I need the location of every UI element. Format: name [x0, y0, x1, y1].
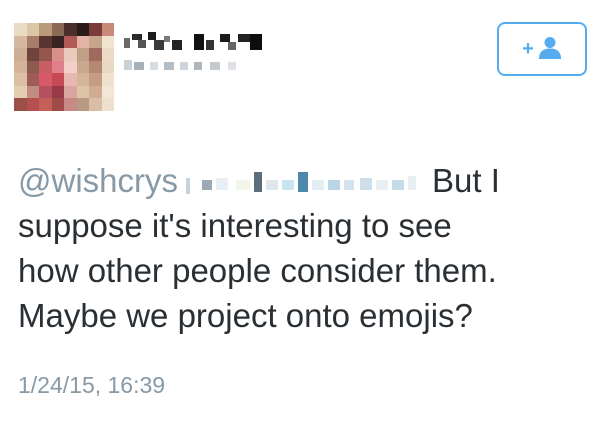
avatar-pixel	[89, 98, 102, 111]
avatar-pixel	[89, 60, 102, 74]
mention-redacted[interactable]	[186, 168, 426, 198]
avatar-pixel	[89, 35, 102, 49]
avatar-pixel	[76, 73, 89, 86]
avatar-pixel	[76, 23, 89, 36]
avatar-pixel	[26, 23, 39, 36]
tweet-text: @wishcrys But I suppose it's interesting…	[18, 158, 598, 338]
tweet-card: + @wishcrys But I suppose it's interesti…	[0, 0, 610, 424]
avatar-pixel	[39, 73, 52, 86]
avatar-pixel	[64, 23, 77, 36]
avatar[interactable]	[14, 23, 114, 111]
avatar-pixel	[14, 23, 27, 36]
avatar-pixel	[89, 85, 102, 99]
tweet-text-line-4: Maybe we project onto emojis?	[18, 297, 473, 334]
avatar-pixel	[39, 48, 52, 61]
tweet-text-line-1: @wishcrys But I	[18, 158, 598, 203]
avatar-pixel	[76, 85, 89, 99]
avatar-pixel	[101, 60, 114, 74]
avatar-pixel	[26, 98, 39, 111]
avatar-pixel	[101, 35, 114, 49]
avatar-pixel	[76, 98, 89, 111]
avatar-pixel	[39, 98, 52, 111]
avatar-pixel	[101, 85, 114, 99]
avatar-pixel	[26, 73, 39, 86]
avatar-pixel	[89, 73, 102, 86]
avatar-pixel	[101, 48, 114, 61]
display-name-redacted[interactable]	[124, 30, 274, 50]
avatar-pixel	[14, 48, 27, 61]
avatar-pixel	[64, 48, 77, 61]
avatar-pixel	[39, 23, 52, 36]
avatar-pixel	[14, 98, 27, 111]
avatar-pixel	[51, 35, 64, 49]
avatar-pixel	[51, 60, 64, 74]
avatar-pixel	[14, 60, 27, 74]
avatar-pixel	[51, 85, 64, 99]
avatar-pixel	[89, 23, 102, 36]
avatar-pixel	[39, 35, 52, 49]
avatar-pixel	[26, 48, 39, 61]
avatar-pixel	[101, 73, 114, 86]
add-user-icon	[538, 35, 562, 64]
follow-button-content: +	[522, 35, 562, 64]
avatar-pixel	[101, 98, 114, 111]
avatar-pixel	[51, 23, 64, 36]
avatar-pixel	[64, 85, 77, 99]
avatar-pixel	[89, 48, 102, 61]
tweet-text-segment: But I	[432, 162, 500, 199]
avatar-pixel	[76, 35, 89, 49]
avatar-pixel	[14, 85, 27, 99]
avatar-pixel	[14, 35, 27, 49]
handle-redacted	[124, 58, 274, 72]
reply-mention-link[interactable]: @wishcrys	[18, 162, 178, 199]
tweet-text-line-3: how other people consider them.	[18, 252, 497, 289]
avatar-pixel	[64, 35, 77, 49]
tweet-timestamp[interactable]: 1/24/15, 16:39	[18, 372, 165, 399]
avatar-pixel	[39, 60, 52, 74]
avatar-pixel	[14, 73, 27, 86]
avatar-pixel	[64, 60, 77, 74]
avatar-pixel	[64, 73, 77, 86]
avatar-pixel	[51, 48, 64, 61]
avatar-pixel	[51, 98, 64, 111]
follow-button[interactable]: +	[497, 22, 587, 76]
avatar-pixel	[26, 85, 39, 99]
avatar-pixel	[76, 48, 89, 61]
tweet-text-line-2: suppose it's interesting to see	[18, 207, 452, 244]
avatar-pixel	[51, 73, 64, 86]
plus-icon: +	[522, 38, 534, 60]
avatar-pixel	[39, 85, 52, 99]
avatar-pixel	[26, 35, 39, 49]
avatar-pixel	[26, 60, 39, 74]
avatar-pixel	[76, 60, 89, 74]
avatar-pixel	[101, 23, 114, 36]
avatar-pixel	[64, 98, 77, 111]
